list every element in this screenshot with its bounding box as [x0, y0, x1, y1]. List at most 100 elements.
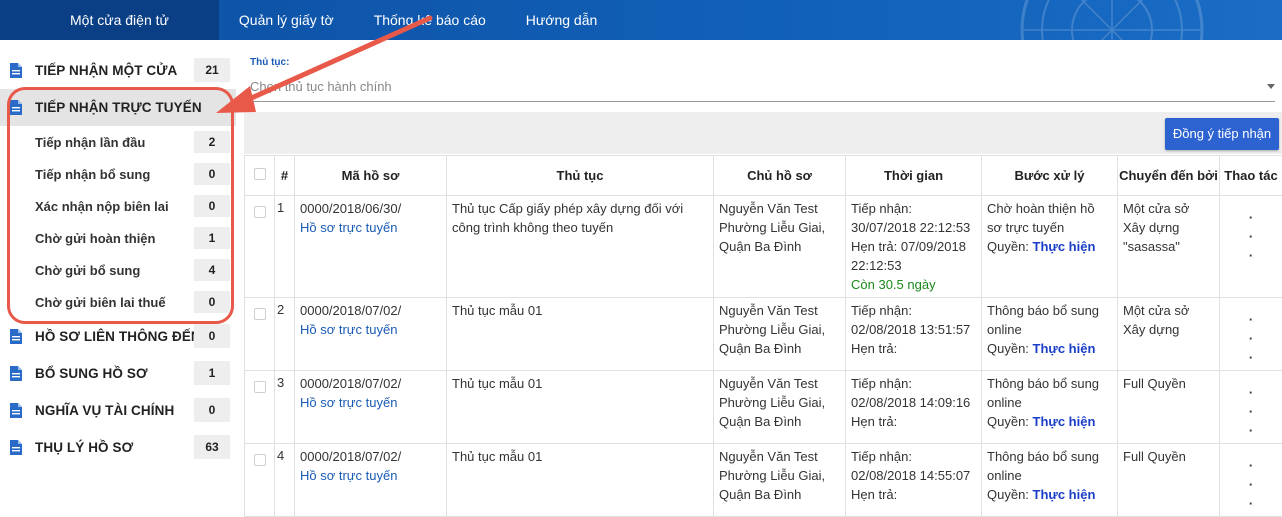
online-record-link[interactable]: Hồ sơ trực tuyến [300, 393, 441, 412]
row-checkbox[interactable] [245, 298, 275, 371]
owner-cell: Nguyễn Văn Test Phường Liễu Giai, Quận B… [714, 371, 846, 444]
records-table: # Mã hồ sơ Thủ tục Chủ hồ sơ Thời gian B… [244, 155, 1282, 517]
count-badge: 63 [194, 435, 230, 459]
sidebar-item-financial[interactable]: NGHĨA VỤ TÀI CHÍNH 0 [0, 392, 236, 429]
owner-name: Nguyễn Văn Test [719, 199, 840, 218]
col-time[interactable]: Thời gian [846, 156, 982, 196]
sidebar-item-processing[interactable]: THỤ LÝ HỒ SƠ 63 [0, 429, 236, 466]
row-index: 2 [275, 298, 295, 371]
main-nav: Một cửa điện tử Quản lý giấy tờ Thống kê… [0, 0, 617, 40]
record-code-cell: 0000/2018/07/02/ Hồ sơ trực tuyến [295, 371, 447, 444]
sidebar-item-label: NGHĨA VỤ TÀI CHÍNH [35, 403, 174, 418]
table-row[interactable]: 4 0000/2018/07/02/ Hồ sơ trực tuyến Thủ … [245, 444, 1282, 517]
col-code[interactable]: Mã hồ sơ [295, 156, 447, 196]
procedure-placeholder: Chọn thủ tục hành chính [250, 79, 392, 94]
owner-address: Phường Liễu Giai, Quận Ba Đình [719, 393, 840, 431]
received-time: Tiếp nhận: 02/08/2018 14:09:16 [851, 374, 976, 412]
sidebar-item-label: HỒ SƠ LIÊN THÔNG ĐẾN [35, 329, 201, 344]
permission-value: Thực hiện [1033, 487, 1096, 502]
procedure-cell: Thủ tục mẫu 01 [447, 444, 714, 517]
owner-cell: Nguyễn Văn Test Phường Liễu Giai, Quận B… [714, 298, 846, 371]
procedure-select[interactable]: Chọn thủ tục hành chính [250, 74, 1275, 102]
more-actions-icon[interactable]: ··· [1220, 444, 1282, 517]
permission-label: Quyền: [987, 414, 1029, 429]
more-actions-icon[interactable]: ··· [1220, 298, 1282, 371]
owner-cell: Nguyễn Văn Test Phường Liễu Giai, Quận B… [714, 196, 846, 298]
row-checkbox[interactable] [245, 196, 275, 298]
nav-guide[interactable]: Hướng dẫn [506, 0, 617, 40]
count-badge: 0 [194, 398, 230, 422]
col-actions: Thao tác [1220, 156, 1282, 196]
due-time: Hẹn trả: [851, 485, 976, 504]
document-icon [10, 440, 22, 455]
due-time: Hẹn trả: [851, 412, 976, 431]
record-code-cell: 0000/2018/06/30/ Hồ sơ trực tuyến [295, 196, 447, 298]
row-checkbox[interactable] [245, 371, 275, 444]
procedure-label: Thủ tục: [250, 57, 289, 68]
col-index: # [275, 156, 295, 196]
sidebar-item-supplement-docs[interactable]: BỔ SUNG HỒ SƠ 1 [0, 355, 236, 392]
col-from[interactable]: Chuyển đến bởi [1118, 156, 1220, 196]
time-cell: Tiếp nhận: 02/08/2018 14:55:07 Hẹn trả: [846, 444, 982, 517]
sidebar-item-label: THỤ LÝ HỒ SƠ [35, 440, 133, 455]
due-time: Hẹn trả: 07/09/2018 22:12:53 [851, 237, 976, 275]
step-text: Thông báo bổ sung online [987, 374, 1112, 412]
count-badge: 21 [194, 58, 230, 82]
col-procedure[interactable]: Thủ tục [447, 156, 714, 196]
owner-name: Nguyễn Văn Test [719, 301, 840, 320]
table-header: # Mã hồ sơ Thủ tục Chủ hồ sơ Thời gian B… [245, 156, 1282, 196]
from-cell: Full Quyền [1118, 371, 1220, 444]
record-code: 0000/2018/07/02/ [300, 374, 441, 393]
document-icon [10, 329, 22, 344]
top-navbar: Một cửa điện tử Quản lý giấy tờ Thống kê… [0, 0, 1282, 40]
highlight-annotation [7, 87, 234, 324]
owner-name: Nguyễn Văn Test [719, 374, 840, 393]
record-code: 0000/2018/07/02/ [300, 301, 441, 320]
received-time: Tiếp nhận: 30/07/2018 22:12:53 [851, 199, 976, 237]
owner-cell: Nguyễn Văn Test Phường Liễu Giai, Quận B… [714, 444, 846, 517]
owner-name: Nguyễn Văn Test [719, 447, 840, 466]
toolbar [244, 112, 1282, 154]
step-text: Thông báo bổ sung online [987, 447, 1112, 485]
permission-label: Quyền: [987, 239, 1029, 254]
table-row[interactable]: 1 0000/2018/06/30/ Hồ sơ trực tuyến Thủ … [245, 196, 1282, 298]
nav-one-stop[interactable]: Một cửa điện tử [0, 0, 219, 40]
col-step[interactable]: Bước xử lý [982, 156, 1118, 196]
record-code: 0000/2018/06/30/ [300, 199, 441, 218]
record-code-cell: 0000/2018/07/02/ Hồ sơ trực tuyến [295, 444, 447, 517]
table-row[interactable]: 3 0000/2018/07/02/ Hồ sơ trực tuyến Thủ … [245, 371, 1282, 444]
online-record-link[interactable]: Hồ sơ trực tuyến [300, 466, 441, 485]
permission-value: Thực hiện [1033, 414, 1096, 429]
sidebar-item-label: BỔ SUNG HỒ SƠ [35, 366, 148, 381]
count-badge: 0 [194, 324, 230, 348]
sidebar-item-one-stop[interactable]: TIẾP NHẬN MỘT CỬA 21 [0, 52, 236, 89]
nav-documents[interactable]: Quản lý giấy tờ [219, 0, 354, 40]
row-checkbox[interactable] [245, 444, 275, 517]
row-index: 3 [275, 371, 295, 444]
online-record-link[interactable]: Hồ sơ trực tuyến [300, 320, 441, 339]
col-owner[interactable]: Chủ hồ sơ [714, 156, 846, 196]
online-record-link[interactable]: Hồ sơ trực tuyến [300, 218, 441, 237]
step-cell: Thông báo bổ sung online Quyền: Thực hiệ… [982, 298, 1118, 371]
more-actions-icon[interactable]: ··· [1220, 196, 1282, 298]
permission-value: Thực hiện [1033, 341, 1096, 356]
step-cell: Thông báo bổ sung online Quyền: Thực hiệ… [982, 444, 1118, 517]
table-row[interactable]: 2 0000/2018/07/02/ Hồ sơ trực tuyến Thủ … [245, 298, 1282, 371]
more-actions-icon[interactable]: ··· [1220, 371, 1282, 444]
time-cell: Tiếp nhận: 02/08/2018 13:51:57 Hẹn trả: [846, 298, 982, 371]
row-index: 1 [275, 196, 295, 298]
count-badge: 1 [194, 361, 230, 385]
nav-reports[interactable]: Thống kê báo cáo [354, 0, 506, 40]
owner-address: Phường Liễu Giai, Quận Ba Đình [719, 218, 840, 256]
record-code: 0000/2018/07/02/ [300, 447, 441, 466]
step-text: Chờ hoàn thiện hồ sơ trực tuyến [987, 199, 1112, 237]
select-all-checkbox[interactable] [245, 156, 275, 196]
step-cell: Chờ hoàn thiện hồ sơ trực tuyến Quyền: T… [982, 196, 1118, 298]
accept-button[interactable]: Đồng ý tiếp nhận [1165, 118, 1279, 150]
sidebar-item-label: TIẾP NHẬN MỘT CỬA [35, 63, 177, 78]
owner-address: Phường Liễu Giai, Quận Ba Đình [719, 466, 840, 504]
step-text: Thông báo bổ sung online [987, 301, 1112, 339]
procedure-cell: Thủ tục mẫu 01 [447, 371, 714, 444]
procedure-cell: Thủ tục Cấp giấy phép xây dựng đối với c… [447, 196, 714, 298]
procedure-cell: Thủ tục mẫu 01 [447, 298, 714, 371]
